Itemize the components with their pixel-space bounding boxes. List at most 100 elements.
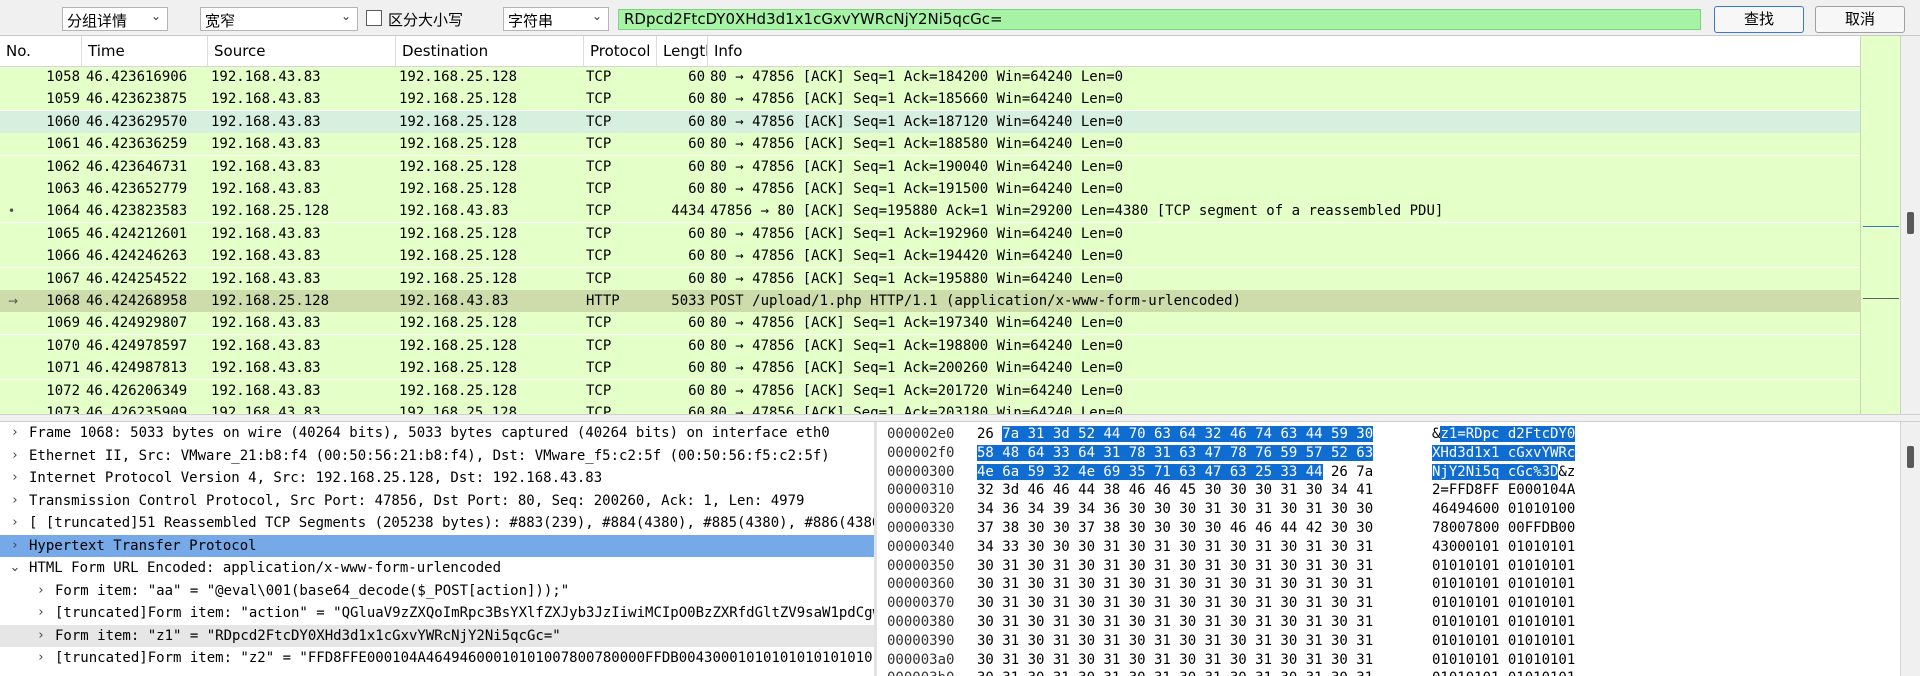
packet-row[interactable]: → 1068 46.424268958 192.168.25.128 192.168.4…	[0, 290, 1860, 312]
hex-row[interactable]: 00000310 32 3d 46 46 44 38 46 46 45 30 30…	[877, 481, 1900, 500]
packet-row[interactable]: 1071 46.424987813 192.168.43.83 192.168.25.…	[0, 357, 1860, 380]
column-header-length[interactable]: Length	[657, 36, 708, 67]
detail-tree-item[interactable]: ⌄ HTML Form URL Encoded: application/x-ww…	[0, 557, 874, 579]
packet-protocol: TCP	[586, 248, 612, 265]
case-sensitive-checkbox[interactable]	[366, 10, 382, 26]
detail-tree-item[interactable]: › [truncated]Form item: "z2" = "FFD8FFE0…	[0, 647, 874, 669]
expand-arrow-icon[interactable]: ›	[8, 445, 22, 467]
hex-row[interactable]: 000002f0 58 48 64 33 64 31 78 31 63 47 78…	[877, 444, 1900, 463]
segment-dot-icon: •	[8, 204, 16, 219]
hex-row[interactable]: 00000390 30 31 30 31 30 31 30 31 30 31 30…	[877, 632, 1900, 651]
packet-row[interactable]: 1073 46.426235909 192.168.43.83 192.168.25.…	[0, 402, 1860, 414]
detail-tree-item[interactable]: › [ [truncated]51 Reassembled TCP Segment…	[0, 512, 874, 534]
expand-arrow-icon[interactable]: ›	[8, 512, 22, 534]
hex-bytes: 30 31 30 31 30 31 30 31 30 31 30 31 30 3…	[977, 557, 1373, 576]
detail-tree-item[interactable]: › Ethernet II, Src: VMware_21:b8:f4 (00:5…	[0, 445, 874, 467]
packet-row[interactable]: 1059 46.423623875 192.168.43.83 192.168.25.…	[0, 88, 1860, 111]
expand-arrow-icon[interactable]: ›	[34, 625, 48, 647]
packet-row[interactable]: 1063 46.423652779 192.168.43.83 192.168.25.…	[0, 178, 1860, 200]
packet-list-minimap[interactable]	[1860, 36, 1900, 414]
detail-tree-item[interactable]: › [truncated]Form item: "action" = "QGlu…	[0, 602, 874, 624]
hex-ascii: 46494600 01010100	[1432, 500, 1575, 519]
hex-ascii: 78007800 00FFDB00	[1432, 519, 1575, 538]
hex-row[interactable]: 00000350 30 31 30 31 30 31 30 31 30 31 30…	[877, 557, 1900, 576]
column-header-info[interactable]: Info	[708, 36, 1860, 67]
packet-row[interactable]: 1070 46.424978597 192.168.43.83 192.168.25.…	[0, 334, 1860, 357]
detail-tree-item[interactable]: › Internet Protocol Version 4, Src: 192.1…	[0, 467, 874, 489]
hex-bytes: 4e 6a 59 32 4e 69 35 71 63 47 63 25 33 4…	[977, 463, 1373, 482]
column-header-protocol[interactable]: Protocol	[584, 36, 657, 67]
detail-tree-item[interactable]: › Frame 1068: 5033 bytes on wire (40264 b…	[0, 422, 874, 444]
hexdump-scrollbar[interactable]	[1900, 422, 1920, 676]
hex-row[interactable]: 00000380 30 31 30 31 30 31 30 31 30 31 30…	[877, 613, 1900, 632]
collapse-arrow-icon[interactable]: ⌄	[8, 557, 22, 579]
hex-row[interactable]: 00000360 30 31 30 31 30 31 30 31 30 31 30…	[877, 575, 1900, 594]
expand-arrow-icon[interactable]: ›	[34, 602, 48, 624]
hex-ascii: 43000101 01010101	[1432, 538, 1575, 557]
column-header-source[interactable]: Source	[208, 36, 396, 67]
hex-row[interactable]: 000002e0 26 7a 31 3d 52 44 70 63 64 32 46…	[877, 425, 1900, 444]
packet-row[interactable]: • 1064 46.423823583 192.168.25.128 192.168.4…	[0, 200, 1860, 223]
search-type-select[interactable]: 字符串 ⌄	[503, 7, 609, 31]
hex-row[interactable]: 00000320 34 36 34 39 34 36 30 30 30 31 30…	[877, 500, 1900, 519]
packet-source: 192.168.43.83	[211, 382, 321, 399]
detail-tree-item[interactable]: › Form item: "z1" = "RDpcd2FtcDY0XHd3d1x1…	[0, 624, 874, 647]
packet-time: 46.426206349	[86, 382, 188, 399]
packet-row[interactable]: 1060 46.423629570 192.168.43.83 192.168.25.…	[0, 110, 1860, 133]
pane-splitter[interactable]	[0, 414, 1920, 422]
packet-destination: 192.168.25.128	[399, 181, 518, 197]
hex-offset: 00000350	[887, 557, 955, 574]
hex-row[interactable]: 00000340 34 33 30 30 30 31 30 31 30 31 30…	[877, 538, 1900, 557]
packet-destination: 192.168.25.128	[399, 136, 518, 153]
detail-tree-item[interactable]: › Hypertext Transfer Protocol	[0, 534, 874, 557]
expand-arrow-icon[interactable]: ›	[34, 647, 48, 669]
packet-length: 60	[688, 405, 705, 414]
detail-tree-item[interactable]: › Form item: "aa" = "@eval\001(base64_dec…	[0, 580, 874, 602]
hex-bytes-plain: 30 31 30 31 30 31 30 31 30 31 30 31 30 3…	[977, 632, 1374, 649]
packet-row[interactable]: 1058 46.423616906 192.168.43.83 192.168.25.…	[0, 67, 1860, 88]
packet-source: 192.168.43.83	[211, 113, 321, 130]
packet-destination: 192.168.25.128	[399, 382, 518, 399]
hex-row[interactable]: 00000370 30 31 30 31 30 31 30 31 30 31 30…	[877, 594, 1900, 613]
column-header-destination[interactable]: Destination	[396, 36, 584, 67]
search-scope-select[interactable]: 分组详情 ⌄	[62, 7, 168, 31]
detail-tree-label: Transmission Control Protocol, Src Port:…	[29, 492, 805, 509]
packet-time: 46.423823583	[86, 203, 188, 220]
expand-arrow-icon[interactable]: ›	[8, 467, 22, 489]
hex-row[interactable]: 00000330 37 38 30 30 37 38 30 30 30 30 46…	[877, 519, 1900, 538]
hex-row[interactable]: 00000300 4e 6a 59 32 4e 69 35 71 63 47 63…	[877, 463, 1900, 482]
scrollbar-thumb[interactable]	[1907, 212, 1914, 234]
packet-row[interactable]: 1067 46.424254522 192.168.43.83 192.168.25.…	[0, 267, 1860, 290]
packet-row[interactable]: 1066 46.424246263 192.168.43.83 192.168.25.…	[0, 245, 1860, 268]
packet-time: 46.423623875	[86, 91, 188, 108]
hex-row[interactable]: 000003a0 30 31 30 31 30 31 30 31 30 31 30…	[877, 651, 1900, 670]
packet-row[interactable]: 1072 46.426206349 192.168.43.83 192.168.25.…	[0, 379, 1860, 402]
search-input[interactable]: RDpcd2FtcDY0XHd3d1x1cGxvYWRcNjY2Ni5qcGc=	[618, 9, 1701, 30]
column-header-time[interactable]: Time	[82, 36, 208, 67]
expand-arrow-icon[interactable]: ›	[34, 580, 48, 602]
packet-no: 1069	[46, 315, 80, 332]
packet-row[interactable]: 1061 46.423636259 192.168.43.83 192.168.25.…	[0, 133, 1860, 156]
hex-row[interactable]: 000003b0 30 31 30 31 30 31 30 31 30 31 30…	[877, 669, 1900, 676]
detail-tree-label: HTML Form URL Encoded: application/x-www…	[29, 560, 502, 576]
search-charset-select[interactable]: 宽窄 ⌄	[200, 7, 358, 31]
scrollbar-thumb[interactable]	[1907, 446, 1914, 468]
hex-offset: 000002e0	[887, 426, 955, 442]
packet-row[interactable]: 1062 46.423646731 192.168.43.83 192.168.25.…	[0, 155, 1860, 178]
expand-arrow-icon[interactable]: ›	[8, 490, 22, 512]
packet-row[interactable]: 1069 46.424929807 192.168.43.83 192.168.25.…	[0, 312, 1860, 335]
hex-offset: 00000330	[887, 520, 955, 536]
find-button[interactable]: 查找	[1714, 6, 1804, 33]
expand-arrow-icon[interactable]: ›	[8, 422, 22, 444]
packet-no: 1071	[46, 360, 80, 377]
packet-row[interactable]: 1065 46.424212601 192.168.43.83 192.168.25.…	[0, 222, 1860, 245]
detail-tree-item[interactable]: › Transmission Control Protocol, Src Port…	[0, 490, 874, 512]
hex-bytes-plain: 30 31 30 31 30 31 30 31 30 31 30 31 30 3…	[977, 651, 1374, 668]
column-header-no[interactable]: No.	[0, 36, 82, 67]
expand-arrow-icon[interactable]: ›	[8, 535, 22, 557]
packet-list-scrollbar[interactable]	[1900, 36, 1920, 414]
packet-length: 60	[688, 315, 705, 332]
hex-bytes-selected: 7a 31 3d 52 44 70 63 64 32 46 74 63 44 5…	[1002, 426, 1374, 442]
packet-rows: 1058 46.423616906 192.168.43.83 192.168.25.…	[0, 67, 1860, 414]
cancel-button[interactable]: 取消	[1815, 6, 1905, 33]
